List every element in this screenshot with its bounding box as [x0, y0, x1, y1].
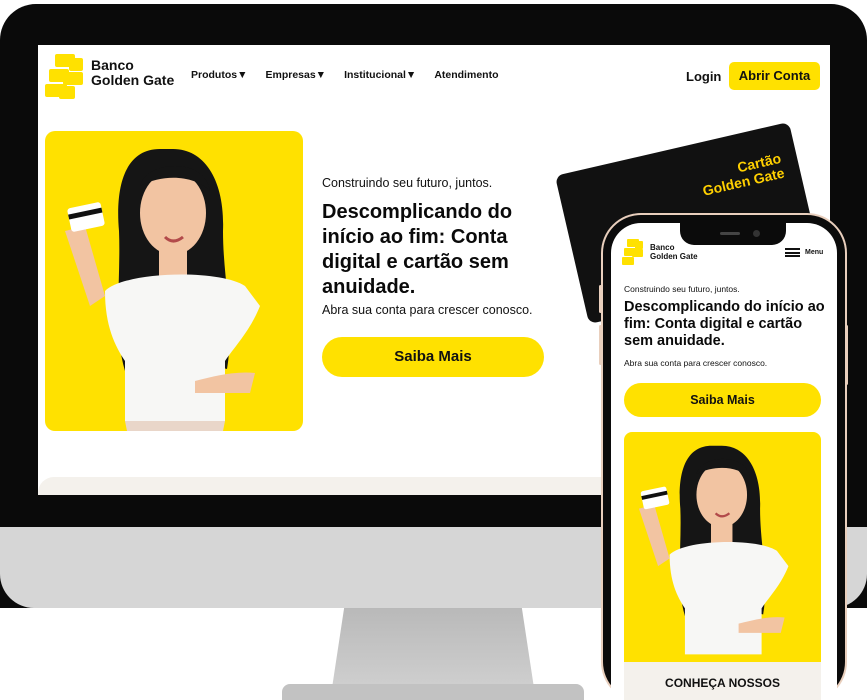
monitor-stand	[332, 608, 534, 688]
site-header: Banco Golden Gate Produtos▼ Empresas▼ In…	[38, 45, 830, 109]
nav-item-produtos[interactable]: Produtos▼	[191, 69, 247, 81]
nav-item-atendimento[interactable]: Atendimento	[434, 69, 498, 81]
mobile-hero-person-illustration	[638, 445, 789, 655]
saiba-mais-button[interactable]: Saiba Mais	[322, 337, 544, 377]
mobile-brand-name[interactable]: Banco Golden Gate	[650, 243, 698, 261]
phone-side-button	[599, 325, 602, 365]
main-nav: Produtos▼ Empresas▼ Institucional▼ Atend…	[191, 69, 498, 81]
mobile-logo-icon[interactable]	[622, 239, 647, 265]
brand-name[interactable]: Banco Golden Gate	[91, 58, 174, 88]
mobile-brand-line-2: Golden Gate	[650, 252, 698, 261]
mobile-brand-line-1: Banco	[650, 243, 675, 252]
brand-line-1: Banco	[91, 57, 134, 73]
hero-tagline: Construindo seu futuro, juntos.	[322, 176, 493, 190]
mobile-screen: Banco Golden Gate Menu Construindo seu f…	[611, 223, 837, 700]
brand-line-2: Golden Gate	[91, 72, 175, 88]
monitor-foot	[282, 684, 584, 700]
phone-notch	[680, 223, 786, 245]
open-account-button[interactable]: Abrir Conta	[729, 62, 820, 90]
mobile-hero-tagline: Construindo seu futuro, juntos.	[624, 284, 740, 294]
mobile-menu-button[interactable]: Menu	[785, 248, 823, 257]
nav-item-empresas[interactable]: Empresas▼	[265, 69, 326, 81]
mobile-saiba-mais-button[interactable]: Saiba Mais	[624, 383, 821, 417]
hamburger-menu-icon	[785, 248, 800, 257]
mobile-hero-image	[624, 432, 821, 662]
mobile-hero-subtitle: Abra sua conta para crescer conosco.	[624, 358, 768, 368]
hero-subtitle: Abra sua conta para crescer conosco.	[322, 303, 533, 317]
logo-icon[interactable]	[45, 54, 89, 99]
phone-side-button	[599, 285, 602, 313]
hero-image	[45, 131, 303, 431]
mobile-hero-headline: Descomplicando do início ao fim: Conta d…	[624, 299, 825, 349]
nav-item-institucional[interactable]: Institucional▼	[344, 69, 416, 81]
mobile-products-section: CONHEÇA NOSSOS	[624, 662, 821, 700]
phone-side-button	[845, 325, 848, 385]
login-link[interactable]: Login	[686, 69, 721, 84]
card-title: Cartão Golden Gate	[684, 150, 786, 202]
hero-person-illustration	[65, 149, 260, 431]
mobile-section-title: CONHEÇA NOSSOS	[665, 676, 780, 690]
hero-headline: Descomplicando do início ao fim: Conta d…	[322, 201, 513, 298]
mobile-phone: Banco Golden Gate Menu Construindo seu f…	[599, 215, 848, 700]
mobile-menu-label: Menu	[805, 249, 824, 256]
